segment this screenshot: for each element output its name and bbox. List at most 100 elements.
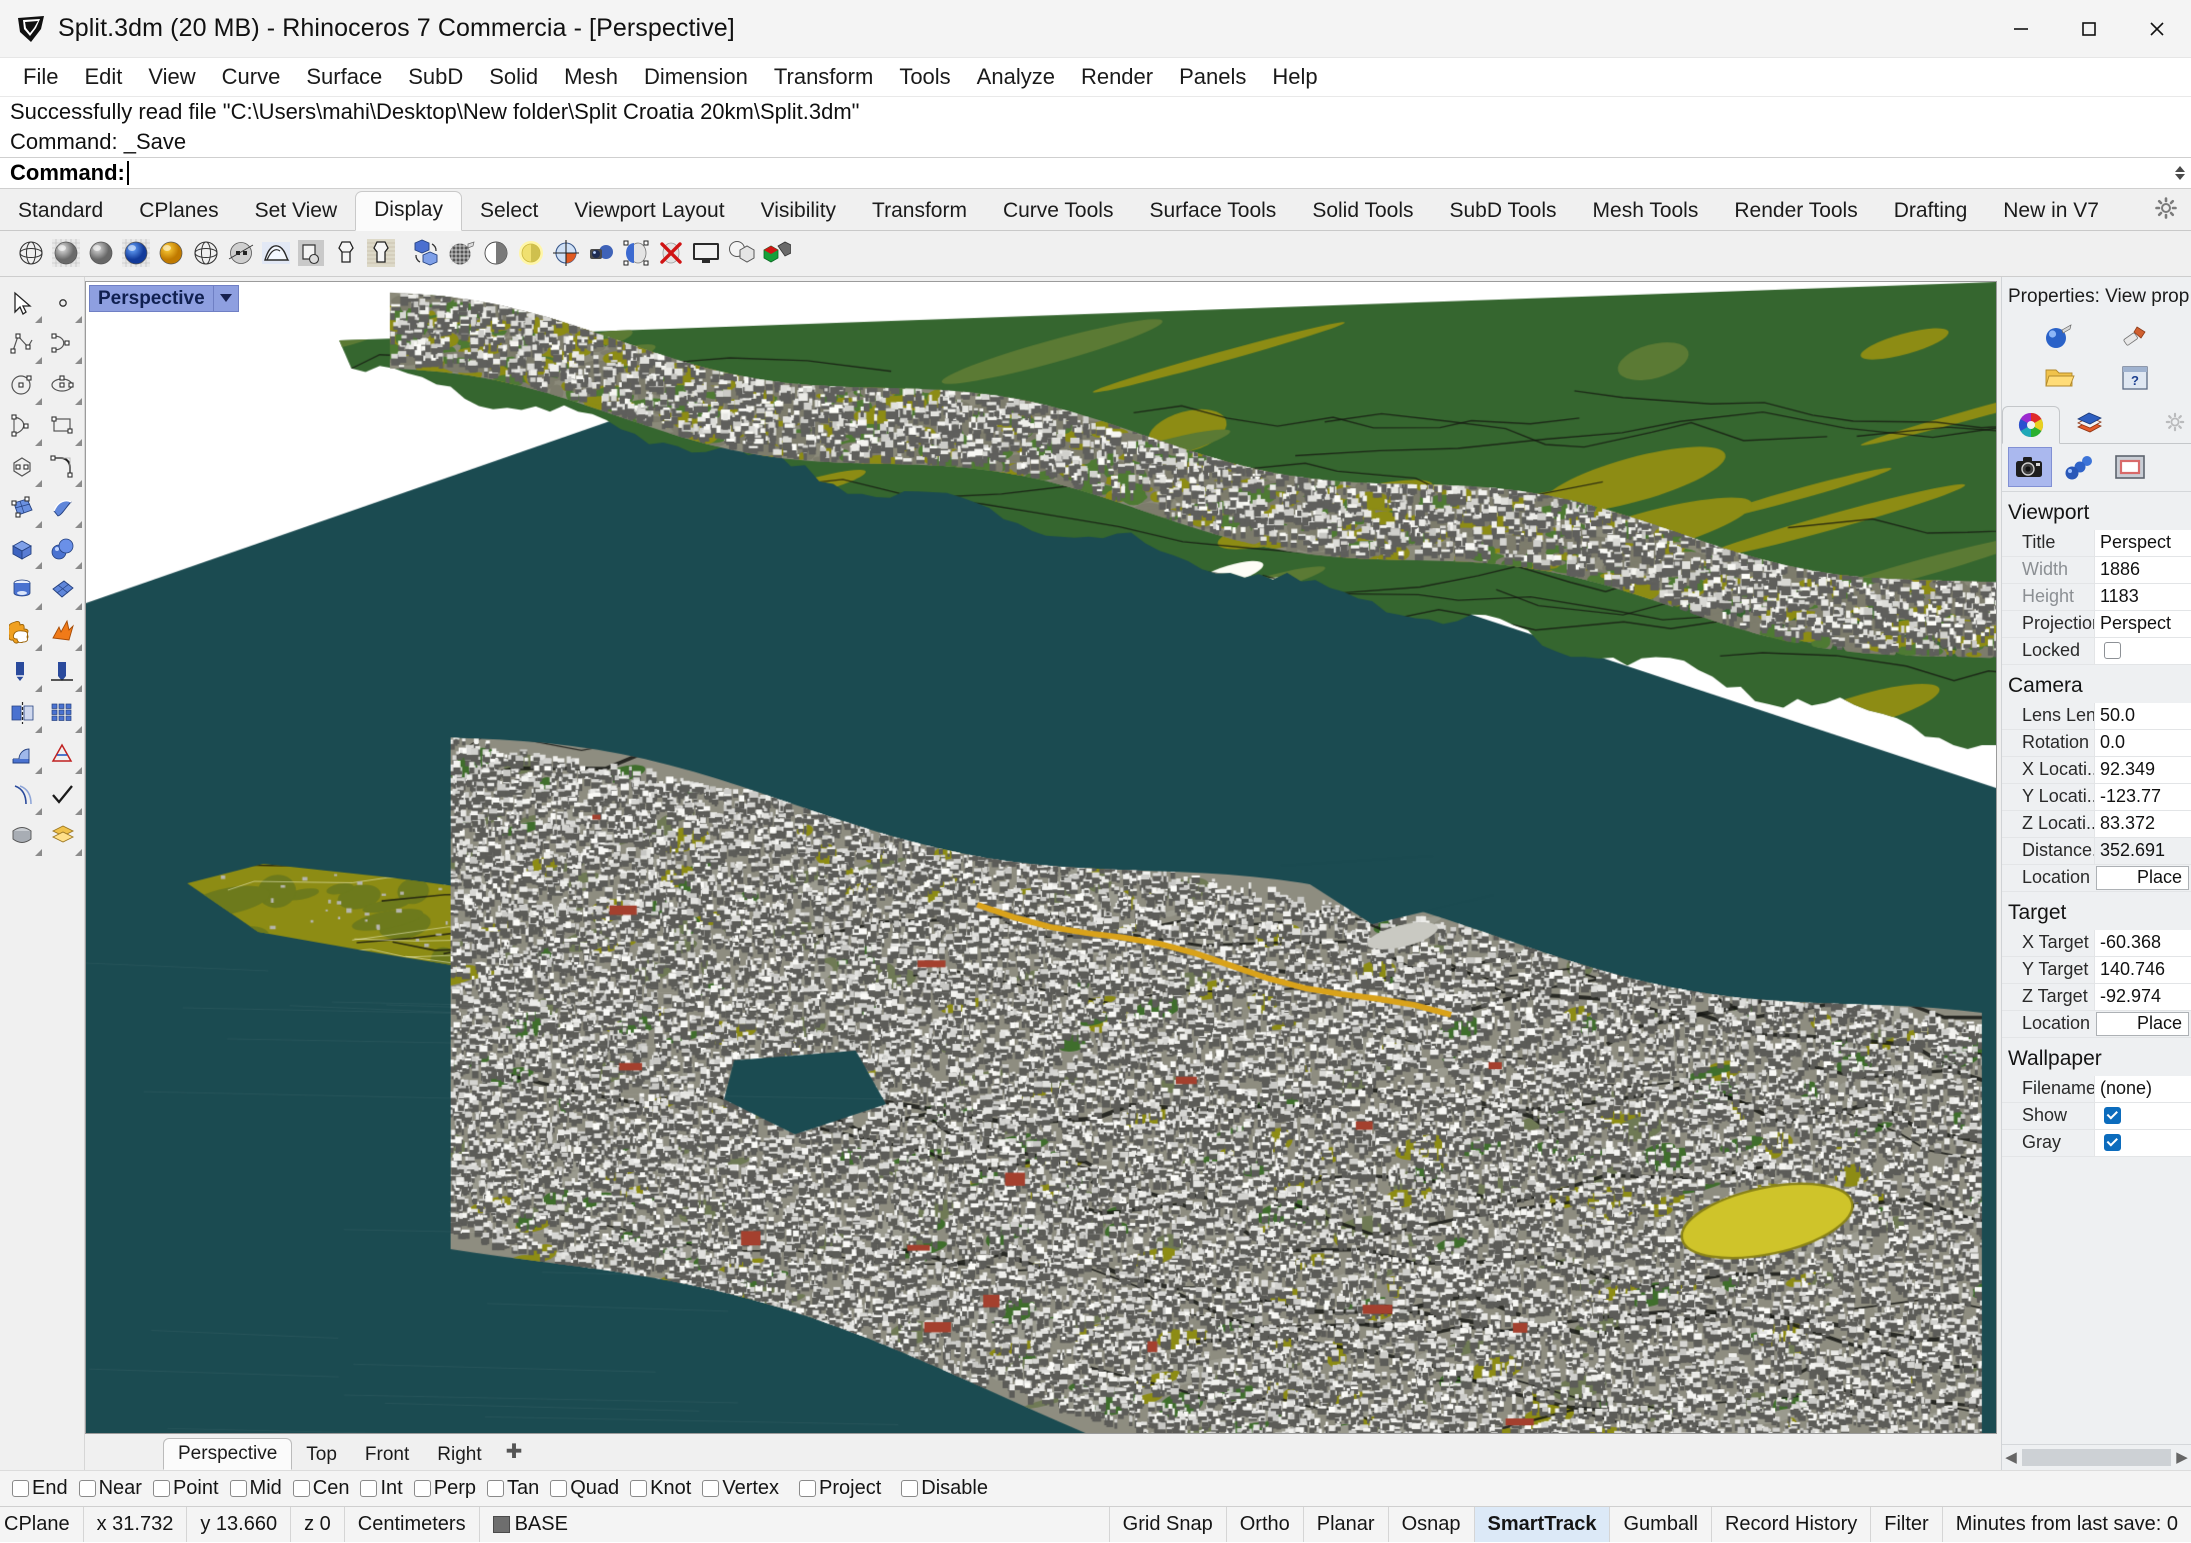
ribbon-tab-transform[interactable]: Transform: [854, 193, 985, 230]
close-button[interactable]: [2123, 0, 2191, 58]
property-value[interactable]: Perspect: [2094, 610, 2191, 637]
maximize-button[interactable]: [2055, 0, 2123, 58]
chevron-left-icon[interactable]: ◀: [2002, 1448, 2020, 1466]
checkbox[interactable]: [360, 1479, 378, 1497]
viewport-tab-front[interactable]: Front: [351, 1440, 423, 1470]
paintbrush-icon[interactable]: [2119, 320, 2151, 355]
rendered-display-icon[interactable]: [119, 236, 153, 270]
status-cplane[interactable]: CPlane: [0, 1506, 84, 1542]
place-button[interactable]: Place: [2096, 1011, 2189, 1036]
ribbon-tab-surface-tools[interactable]: Surface Tools: [1131, 193, 1294, 230]
menu-item-edit[interactable]: Edit: [71, 63, 135, 91]
checkbox[interactable]: [78, 1479, 96, 1497]
menu-item-tools[interactable]: Tools: [886, 63, 963, 91]
property-value[interactable]: 1183: [2094, 583, 2191, 610]
shaded-display-icon[interactable]: [49, 236, 83, 270]
flyout-arrow-icon[interactable]: [35, 807, 42, 815]
menu-item-solid[interactable]: Solid: [476, 63, 551, 91]
flyout-arrow-icon[interactable]: [35, 520, 42, 528]
osnap-project[interactable]: Project: [799, 1477, 881, 1500]
flyout-arrow-icon[interactable]: [75, 643, 82, 651]
checkbox[interactable]: [292, 1479, 310, 1497]
chevron-down-icon[interactable]: [214, 294, 238, 303]
flyout-arrow-icon[interactable]: [75, 397, 82, 405]
properties-horizontal-scrollbar[interactable]: ◀ ▶: [2002, 1443, 2191, 1470]
surface-from-curves-icon[interactable]: [3, 488, 43, 529]
viewport-tab-top[interactable]: Top: [292, 1440, 351, 1470]
status-units[interactable]: Centimeters: [345, 1506, 480, 1542]
flyout-arrow-icon[interactable]: [35, 643, 42, 651]
menu-item-surface[interactable]: Surface: [293, 63, 395, 91]
flyout-arrow-icon[interactable]: [35, 356, 42, 364]
flyout-arrow-icon[interactable]: [75, 479, 82, 487]
menu-item-file[interactable]: File: [10, 63, 71, 91]
flyout-arrow-icon[interactable]: [35, 725, 42, 733]
status-toggle-ortho[interactable]: Ortho: [1227, 1506, 1304, 1542]
property-value[interactable]: -60.368: [2094, 929, 2191, 956]
fillet-curve-icon[interactable]: [43, 447, 83, 488]
osnap-near[interactable]: Near: [78, 1477, 142, 1500]
checkbox[interactable]: [12, 1479, 29, 1497]
status-toggle-grid-snap[interactable]: Grid Snap: [1110, 1506, 1227, 1542]
flyout-arrow-icon[interactable]: [35, 315, 42, 323]
osnap-mid[interactable]: Mid: [229, 1477, 282, 1500]
status-toggle-gumball[interactable]: Gumball: [1610, 1506, 1712, 1542]
ribbon-tab-mesh-tools[interactable]: Mesh Tools: [1575, 193, 1717, 230]
menu-item-transform[interactable]: Transform: [761, 63, 886, 91]
flyout-arrow-icon[interactable]: [75, 725, 82, 733]
ribbon-tab-solid-tools[interactable]: Solid Tools: [1294, 193, 1431, 230]
property-value[interactable]: 50.0: [2094, 702, 2191, 729]
flyout-arrow-icon[interactable]: [75, 848, 82, 856]
arctic-display-icon[interactable]: [154, 236, 188, 270]
point-icon[interactable]: [43, 283, 83, 324]
raytraced-display-icon[interactable]: [364, 236, 398, 270]
osnap-cen[interactable]: Cen: [292, 1477, 349, 1500]
boolean-union-icon[interactable]: [3, 611, 43, 652]
property-value[interactable]: Perspect: [2094, 529, 2191, 556]
layer-icon[interactable]: [43, 816, 83, 857]
property-value[interactable]: -123.77: [2094, 783, 2191, 810]
checkbox[interactable]: [799, 1479, 817, 1497]
flyout-arrow-icon[interactable]: [75, 520, 82, 528]
tab-color-wheel[interactable]: [2002, 405, 2060, 444]
checkbox[interactable]: [229, 1479, 247, 1497]
osnap-point[interactable]: Point: [152, 1477, 219, 1500]
shadows-icon[interactable]: [724, 236, 758, 270]
flyout-arrow-icon[interactable]: [75, 356, 82, 364]
ellipse-icon[interactable]: [43, 365, 83, 406]
command-input[interactable]: Command:: [0, 158, 2171, 188]
menu-item-panels[interactable]: Panels: [1166, 63, 1259, 91]
command-history-scroll[interactable]: [2171, 158, 2191, 188]
osnap-knot[interactable]: Knot: [630, 1477, 691, 1500]
flyout-arrow-icon[interactable]: [75, 766, 82, 774]
flyout-arrow-icon[interactable]: [75, 807, 82, 815]
status-y[interactable]: y 13.660: [187, 1506, 292, 1542]
checkbox[interactable]: [550, 1479, 568, 1497]
mirror-icon[interactable]: [3, 693, 43, 734]
pen-display-icon[interactable]: [294, 236, 328, 270]
perspective-viewport[interactable]: Perspective: [85, 280, 1997, 1434]
flyout-arrow-icon[interactable]: [75, 438, 82, 446]
property-value[interactable]: 1886: [2094, 556, 2191, 583]
flyout-arrow-icon[interactable]: [35, 561, 42, 569]
checkbox[interactable]: [152, 1479, 170, 1497]
ribbon-tab-cplanes[interactable]: CPlanes: [121, 193, 236, 230]
plus-icon[interactable]: ✚: [496, 1435, 533, 1470]
wireframe-display-icon[interactable]: [14, 236, 48, 270]
box-icon[interactable]: [3, 529, 43, 570]
flat-shade-icon[interactable]: [479, 236, 513, 270]
scrollbar-thumb[interactable]: [2022, 1448, 2171, 1466]
subtab-camera-links[interactable]: [2058, 447, 2102, 487]
osnap-vertex[interactable]: Vertex: [702, 1477, 779, 1500]
shade-highlight-icon[interactable]: [514, 236, 548, 270]
layer-color-swatch[interactable]: [492, 1515, 510, 1533]
chevron-right-icon[interactable]: ▶: [2173, 1448, 2191, 1466]
loft-surface-icon[interactable]: [43, 488, 83, 529]
osnap-end[interactable]: End: [12, 1477, 68, 1500]
ribbon-tab-subd-tools[interactable]: SubD Tools: [1432, 193, 1575, 230]
ribbon-tab-visibility[interactable]: Visibility: [743, 193, 854, 230]
checkbox[interactable]: [702, 1479, 720, 1497]
menu-item-view[interactable]: View: [135, 63, 208, 91]
status-layer[interactable]: BASE: [480, 1506, 1110, 1542]
check-icon[interactable]: [43, 775, 83, 816]
